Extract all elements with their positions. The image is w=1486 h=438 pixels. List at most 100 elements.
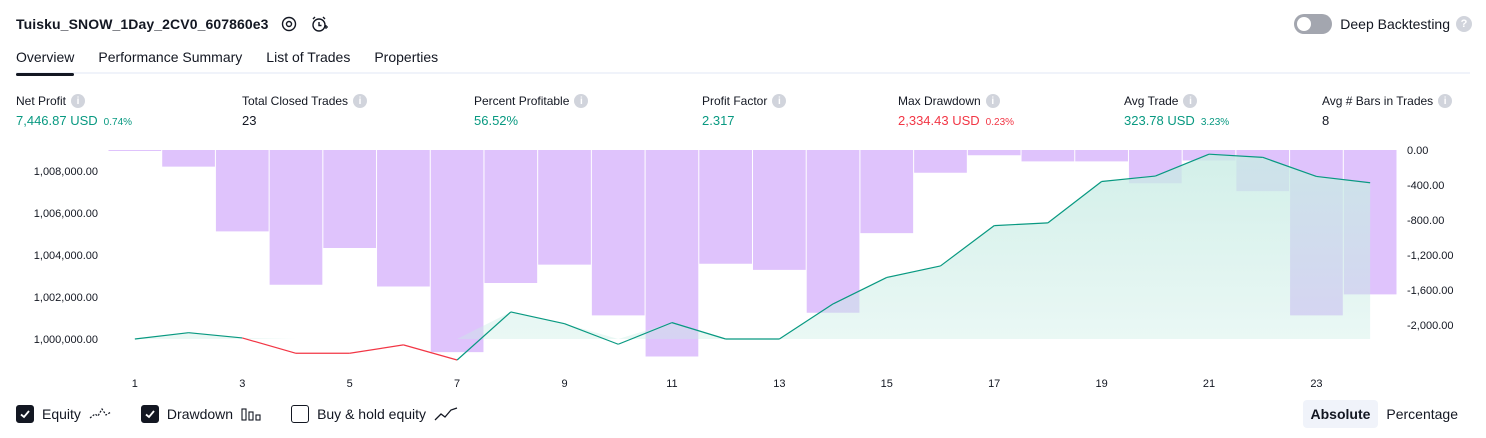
stat-value: 323.78 USD xyxy=(1124,113,1195,128)
toggle-knob xyxy=(1297,17,1312,31)
drawdown-bar-14 xyxy=(806,150,860,313)
title-bar: Tuisku_SNOW_1Day_2CV0_607860e3 xyxy=(16,13,329,35)
stat-sub: 3.23% xyxy=(1200,117,1230,128)
legend-equity[interactable]: Equity xyxy=(16,405,113,423)
stat-label: Net Profit xyxy=(16,94,67,108)
left-axis-tick-label: 1,000,000.00 xyxy=(34,334,98,346)
deep-backtesting-toggle[interactable] xyxy=(1294,14,1333,34)
drawdown-bar-15 xyxy=(860,150,914,234)
x-axis-tick-label: 17 xyxy=(988,378,1000,390)
info-icon[interactable]: i xyxy=(71,94,86,108)
settings-gear-icon[interactable] xyxy=(279,14,299,34)
x-axis-tick-label: 3 xyxy=(239,378,245,390)
left-axis-tick-label: 1,008,000.00 xyxy=(34,166,98,178)
chart-legend: Equity Drawdown Buy & hold equity xyxy=(16,403,486,425)
tab-overview[interactable]: Overview xyxy=(16,46,75,76)
drawdown-bar-19 xyxy=(1075,150,1128,162)
drawdown-bar-9 xyxy=(538,150,591,265)
drawdown-bar-16 xyxy=(914,150,967,173)
right-axis-tick-label: -400.00 xyxy=(1407,180,1444,192)
stat-avg-bars: Avg # Bars in Trades i 8 xyxy=(1322,93,1453,128)
stat-net-profit: Net Profit i 7,446.87 USD 0.74% xyxy=(16,93,132,128)
legend-drawdown[interactable]: Drawdown xyxy=(140,405,263,423)
drawdown-bar-12 xyxy=(699,150,752,264)
info-icon[interactable]: i xyxy=(574,94,589,108)
buy-hold-checkbox[interactable] xyxy=(291,405,310,423)
equity-line-segment-3 xyxy=(242,337,297,354)
left-axis-tick-label: 1,004,000.00 xyxy=(34,250,98,262)
drawdown-bar-6 xyxy=(377,150,430,287)
stat-profit-factor: Profit Factor i 2.317 xyxy=(702,93,787,128)
x-axis-tick-label: 1 xyxy=(132,378,138,390)
info-icon[interactable]: i xyxy=(353,94,368,108)
drawdown-bar-1 xyxy=(108,150,162,151)
tab-properties[interactable]: Properties xyxy=(374,46,438,74)
tab-list-of-trades[interactable]: List of Trades xyxy=(266,46,350,74)
x-axis-tick-label: 19 xyxy=(1095,378,1107,390)
legend-buy-hold[interactable]: Buy & hold equity xyxy=(291,405,458,423)
left-axis-tick-label: 1,006,000.00 xyxy=(34,208,98,220)
stat-value: 23 xyxy=(242,113,257,128)
drawdown-bar-18 xyxy=(1021,150,1075,162)
stat-label: Avg # Bars in Trades xyxy=(1322,94,1434,108)
stat-label: Max Drawdown xyxy=(898,94,981,108)
drawdown-bar-3 xyxy=(215,150,269,232)
info-icon[interactable]: i xyxy=(985,94,1000,108)
drawdown-checkbox[interactable] xyxy=(140,405,159,423)
drawdown-bar-2 xyxy=(162,150,215,167)
x-axis-tick-label: 21 xyxy=(1203,378,1215,390)
right-axis-tick-label: -800.00 xyxy=(1407,215,1444,227)
right-axis-tick-label: -1,600.00 xyxy=(1407,285,1453,297)
right-axis-tick-label: -2,000.00 xyxy=(1407,320,1453,332)
stat-label: Profit Factor xyxy=(702,94,768,108)
stat-value: 2.317 xyxy=(702,113,735,128)
drawdown-bar-4 xyxy=(269,150,323,285)
stat-sub: 0.74% xyxy=(103,117,133,128)
stats-row: Net Profit i 7,446.87 USD 0.74% Total Clos… xyxy=(16,93,1472,133)
stat-percent-profitable: Percent Profitable i 56.52% xyxy=(474,93,589,128)
equity-drawdown-chart[interactable]: 1,000,000.00 1,002,000.00 1,004,000.00 1,00… xyxy=(0,140,1486,395)
x-axis-tick-label: 7 xyxy=(454,378,460,390)
drawdown-bar-7 xyxy=(430,150,484,353)
drawdown-bars-icon xyxy=(241,406,263,422)
tab-performance-summary[interactable]: Performance Summary xyxy=(98,46,242,74)
drawdown-bar-13 xyxy=(753,150,806,270)
buy-hold-label: Buy & hold equity xyxy=(317,406,427,422)
right-axis-tick-label: -1,200.00 xyxy=(1407,250,1453,262)
report-tabs: Overview Performance Summary List of Tra… xyxy=(16,46,1470,76)
stat-value: 7,446.87 USD xyxy=(16,113,98,128)
drawdown-bar-8 xyxy=(484,150,538,283)
info-icon[interactable]: i xyxy=(772,94,787,108)
stat-total-closed-trades: Total Closed Trades i 23 xyxy=(242,93,368,128)
drawdown-label: Drawdown xyxy=(166,406,234,422)
equity-checkbox[interactable] xyxy=(16,405,34,423)
x-axis-tick-label: 5 xyxy=(347,378,353,390)
drawdown-bar-17 xyxy=(967,150,1021,156)
strategy-title: Tuisku_SNOW_1Day_2CV0_607860e3 xyxy=(16,16,269,32)
info-icon[interactable]: i xyxy=(1438,94,1453,108)
absolute-button[interactable]: Absolute xyxy=(1302,400,1379,428)
chart-svg[interactable]: 1,000,000.00 1,002,000.00 1,004,000.00 1,00… xyxy=(0,140,1486,395)
checkmark-icon xyxy=(145,410,155,419)
deep-backtesting: Deep Backtesting ? xyxy=(1294,13,1472,35)
left-axis-tick-label: 1,002,000.00 xyxy=(34,292,98,304)
buy-hold-line-icon xyxy=(434,406,458,422)
stat-value: 56.52% xyxy=(474,113,519,128)
stat-label: Avg Trade xyxy=(1124,94,1179,108)
stat-value: 2,334.43 USD xyxy=(898,113,980,128)
add-alert-clock-icon[interactable] xyxy=(309,14,329,34)
x-axis-tick-label: 13 xyxy=(773,378,785,390)
deep-backtesting-label: Deep Backtesting xyxy=(1340,16,1450,32)
equity-line-icon xyxy=(89,406,113,422)
drawdown-bar-5 xyxy=(323,150,377,248)
question-help-icon[interactable]: ? xyxy=(1456,16,1472,32)
stat-avg-trade: Avg Trade i 323.78 USD 3.23% xyxy=(1124,93,1229,128)
x-axis-tick-label: 15 xyxy=(881,378,893,390)
percentage-button[interactable]: Percentage xyxy=(1378,400,1466,428)
stat-max-drawdown: Max Drawdown i 2,334.43 USD 0.23% xyxy=(898,93,1014,128)
checkmark-icon xyxy=(20,410,30,419)
equity-line-segment-5 xyxy=(349,344,404,354)
stat-value: 8 xyxy=(1322,113,1330,128)
info-icon[interactable]: i xyxy=(1183,94,1198,108)
drawdown-bar-10 xyxy=(591,150,645,316)
